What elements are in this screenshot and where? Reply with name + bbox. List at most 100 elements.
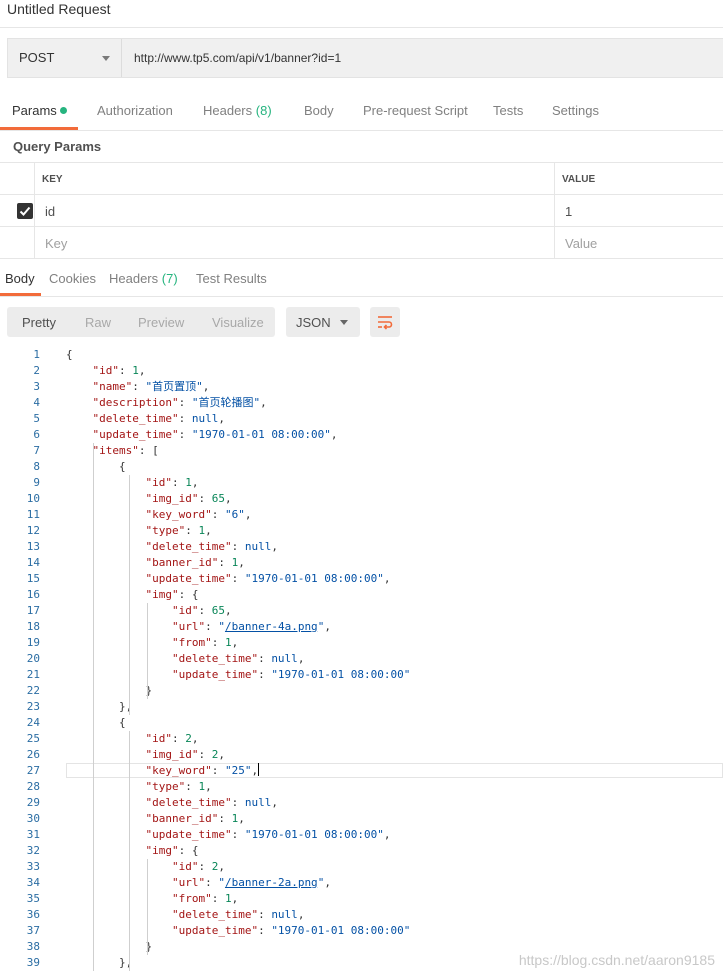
code-line: 5 "delete_time": null, [0,411,723,427]
url-input[interactable]: http://www.tp5.com/api/v1/banner?id=1 [134,51,341,65]
resp-tab-test-results[interactable]: Test Results [196,271,267,286]
resp-tab-headers-count: (7) [161,271,178,286]
new-value-field[interactable]: Value [555,227,723,258]
code-line: 22 } [0,683,723,699]
code-text: { [66,716,126,729]
code-text: "update_time": "1970-01-01 08:00:00" [171,668,411,681]
param-enabled-checkbox[interactable] [17,203,33,219]
code-line: 21 "update_time": "1970-01-01 08:00:00" [0,667,723,683]
code-line: 15 "update_time": "1970-01-01 08:00:00", [0,571,723,587]
code-text: "delete_time": null, [145,540,278,553]
line-number: 31 [26,828,40,841]
tab-params[interactable]: Params [12,103,67,118]
resp-tab-headers[interactable]: Headers (7) [109,271,178,286]
params-header-row: KEY VALUE [0,163,723,195]
code-text: "delete_time": null, [171,652,305,665]
code-line: 27 "key_word": "25", [0,763,723,779]
code-line: 33 "id": 2, [0,859,723,875]
indent-guide [128,475,130,715]
chevron-down-icon [102,56,110,61]
code-text: "update_time": "1970-01-01 08:00:00", [145,828,391,841]
code-line: 31 "update_time": "1970-01-01 08:00:00", [0,827,723,843]
tab-headers-label: Headers [203,103,253,118]
format-select[interactable]: JSON [286,307,360,337]
view-visualize-button[interactable]: Visualize [212,315,264,330]
tab-authorization[interactable]: Authorization [97,103,173,118]
tab-settings[interactable]: Settings [552,103,599,118]
code-line: 17 "id": 65, [0,603,723,619]
code-line: 4 "description": "首页轮播图", [0,395,723,411]
param-value-text: 1 [565,204,573,219]
code-line: 19 "from": 1, [0,635,723,651]
resp-tab-body[interactable]: Body [5,271,35,286]
code-line: 28 "type": 1, [0,779,723,795]
code-line: 16 "img": { [0,587,723,603]
line-number: 21 [26,668,40,681]
tab-params-label: Params [12,103,57,118]
param-key-field[interactable]: id [35,195,555,226]
code-text: "delete_time": null, [145,796,278,809]
line-number: 17 [26,604,40,617]
line-number: 16 [26,588,40,601]
view-raw-button[interactable]: Raw [85,315,111,330]
text-cursor [258,763,260,776]
tab-tests[interactable]: Tests [493,103,523,118]
line-number: 15 [26,572,40,585]
param-value-field[interactable]: 1 [555,195,723,226]
indent-guide [92,443,94,971]
line-number: 14 [26,556,40,569]
line-number: 27 [26,764,40,777]
view-pretty-button[interactable]: Pretty [22,315,56,330]
code-line: 36 "delete_time": null, [0,907,723,923]
code-text: "type": 1, [145,524,212,537]
code-line: 37 "update_time": "1970-01-01 08:00:00" [0,923,723,939]
code-text: { [66,460,126,473]
line-number: 11 [26,508,40,521]
code-text: } [66,684,153,697]
line-number: 8 [33,460,40,473]
line-number: 26 [26,748,40,761]
method-label: POST [19,50,55,65]
response-body-editor[interactable]: 1{2 "id": 1, 3 "name": "首页置顶", 4 "descript… [0,347,723,976]
code-text: "img": { [145,588,199,601]
method-select[interactable]: POST [8,39,122,77]
code-line: 1{ [0,347,723,363]
code-line: 9 "id": 1, [0,475,723,491]
code-text: "delete_time": null, [171,908,305,921]
line-number: 3 [33,380,40,393]
request-bar: POST http://www.tp5.com/api/v1/banner?id… [7,38,723,78]
view-preview-button[interactable]: Preview [138,315,184,330]
tab-body[interactable]: Body [304,103,334,118]
code-text: }, [66,700,133,713]
line-number: 29 [26,796,40,809]
line-number: 28 [26,780,40,793]
code-text: "update_time": "1970-01-01 08:00:00" [171,924,411,937]
value-column-header: VALUE [562,174,596,185]
code-text: "id": 65, [171,604,232,617]
code-text: "type": 1, [145,780,212,793]
line-number: 30 [26,812,40,825]
code-text: "key_word": "6", [145,508,252,521]
value-placeholder: Value [565,236,598,251]
code-line: 30 "banner_id": 1, [0,811,723,827]
param-empty-row: Key Value [0,227,723,259]
param-row: id 1 [0,195,723,227]
tab-headers[interactable]: Headers (8) [203,103,272,118]
line-number: 19 [26,636,40,649]
line-number: 10 [26,492,40,505]
format-label: JSON [296,315,331,330]
code-text: "update_time": "1970-01-01 08:00:00", [92,428,338,441]
view-mode-group: Pretty Raw Preview Visualize [7,307,275,337]
code-line: 12 "type": 1, [0,523,723,539]
resp-tab-cookies[interactable]: Cookies [49,271,96,286]
response-tabs: Body Cookies Headers (7) Test Results [0,264,723,297]
new-key-field[interactable]: Key [35,227,555,258]
line-number: 5 [33,412,40,425]
key-placeholder: Key [45,236,68,251]
line-number: 25 [26,732,40,745]
wrap-lines-button[interactable] [370,307,400,337]
code-text: "id": 1, [145,476,199,489]
tab-prerequest-script[interactable]: Pre-request Script [363,103,468,118]
request-tabs: Params Authorization Headers (8) Body Pr… [0,96,723,131]
indent-guide [128,731,130,971]
